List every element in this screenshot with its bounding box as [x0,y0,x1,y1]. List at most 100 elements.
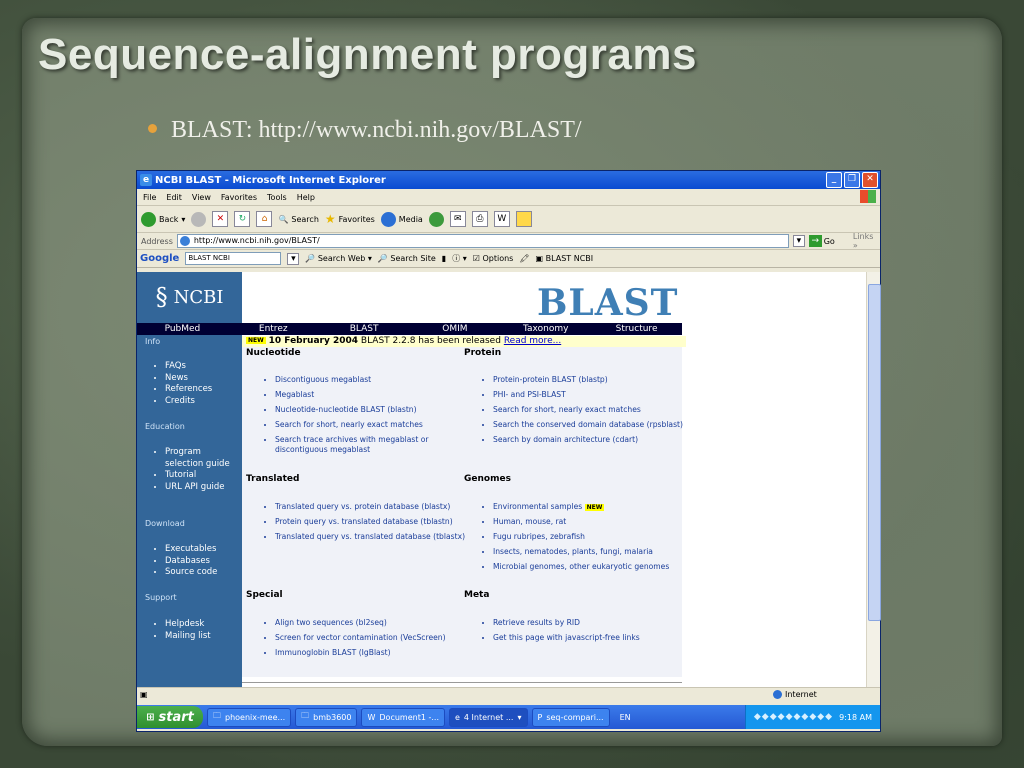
clock[interactable]: 9:18 AM [839,713,872,722]
address-input[interactable]: http://www.ncbi.nih.gov/BLAST/ [176,234,790,248]
scrollbar-thumb[interactable] [868,284,881,621]
link-blastn[interactable]: Nucleotide-nucleotide BLAST (blastn) [275,405,475,415]
home-button[interactable]: ⌂ [256,211,273,227]
link-short-nearly-exact-prot[interactable]: Search for short, nearly exact matches [493,405,693,415]
globe-icon [773,690,782,699]
menu-favorites[interactable]: Favorites [221,193,257,202]
go-arrow-icon: → [808,235,822,247]
sidebar-item-mailing-list[interactable]: Mailing list [165,631,211,643]
history-button[interactable] [428,211,444,227]
link-igblast[interactable]: Immunoglobin BLAST (IgBlast) [275,648,490,658]
link-megablast[interactable]: Megablast [275,390,475,400]
announcement-date: 10 February 2004 [268,336,359,346]
link-javascript-free[interactable]: Get this page with javascript-free links [493,633,703,643]
nav-structure[interactable]: Structure [591,323,682,335]
stop-button[interactable]: ✕ [212,211,229,227]
go-button[interactable]: → Go [808,235,835,247]
link-cdart[interactable]: Search by domain architecture (cdart) [493,435,693,445]
sidebar-item-url-api[interactable]: URL API guide [165,482,235,494]
link-retrieve-rid[interactable]: Retrieve results by RID [493,618,703,628]
forward-button[interactable] [191,211,207,227]
maximize-button[interactable]: ❐ [844,172,860,188]
tray-icons[interactable]: ◆◆◆◆◆◆◆◆◆◆ [754,712,833,722]
menu-help[interactable]: Help [297,193,315,202]
pagerank-icon[interactable]: ▮ [442,254,446,263]
google-dropdown[interactable]: ▾ [287,252,300,265]
task-document1[interactable]: W Document1 -... [361,707,445,727]
ncbi-logo[interactable]: § NCBI [137,272,242,322]
link-rpsblast[interactable]: Search the conserved domain database (rp… [493,420,693,430]
sidebar-item-references[interactable]: References [165,384,212,396]
google-search-input[interactable]: BLAST NCBI [185,252,282,265]
link-phi-psi-blast[interactable]: PHI- and PSI-BLAST [493,390,693,400]
address-dropdown[interactable]: ▾ [793,235,805,247]
nav-pubmed[interactable]: PubMed [137,323,228,335]
link-bl2seq[interactable]: Align two sequences (bl2seq) [275,618,490,628]
link-insects-plants[interactable]: Insects, nematodes, plants, fungi, malar… [493,547,703,557]
read-more-link[interactable]: Read more... [504,336,561,346]
link-short-nearly-exact-nt[interactable]: Search for short, nearly exact matches [275,420,475,430]
mail-button[interactable]: ✉ [449,211,466,227]
link-tblastn[interactable]: Protein query vs. translated database (t… [275,517,475,527]
bullet-dot-icon [148,123,157,133]
sidebar-item-databases[interactable]: Databases [165,556,217,568]
highlight-button[interactable]: 🖍 [519,254,529,263]
close-button[interactable]: ✕ [862,172,878,188]
link-tblastx[interactable]: Translated query vs. translated database… [275,532,475,542]
link-environmental-samples[interactable]: Environmental samples NEW [493,502,703,512]
sidebar-item-program-guide[interactable]: Program selection guide [165,447,235,470]
window-titlebar[interactable]: e NCBI BLAST - Microsoft Internet Explor… [137,171,880,189]
language-indicator[interactable]: EN [620,713,631,722]
start-button[interactable]: ⊞ start [137,706,203,728]
ie-icon: e [454,712,460,722]
sidebar-item-source-code[interactable]: Source code [165,567,217,579]
nav-taxonomy[interactable]: Taxonomy [500,323,591,335]
word-find-blast[interactable]: ▣ BLAST NCBI [536,254,594,263]
vertical-scrollbar[interactable] [866,272,881,687]
new-badge: NEW [584,503,605,511]
sidebar-item-helpdesk[interactable]: Helpdesk [165,619,211,631]
nav-omim[interactable]: OMIM [409,323,500,335]
menu-tools[interactable]: Tools [267,193,287,202]
sidebar-item-tutorial[interactable]: Tutorial [165,470,235,482]
link-human-mouse-rat[interactable]: Human, mouse, rat [493,517,703,527]
messenger-button[interactable] [515,211,532,227]
minimize-button[interactable]: _ [826,172,842,188]
nucleotide-list: Discontiguous megablast Megablast Nucleo… [251,375,475,460]
task-internet[interactable]: e4 Internet ... ▾ [448,707,528,727]
task-folder-bmb3600[interactable]: 🗀 bmb3600 [295,707,358,727]
task-seq-comparison[interactable]: Pseq-compari... [531,707,610,727]
options-button[interactable]: ☑ Options [473,254,514,263]
back-button[interactable]: Back ▾ [141,211,185,227]
link-fugu-zebrafish[interactable]: Fugu rubripes, zebrafish [493,532,703,542]
nav-entrez[interactable]: Entrez [228,323,319,335]
link-microbial-genomes[interactable]: Microbial genomes, other eukaryotic geno… [493,562,703,572]
menu-file[interactable]: File [143,193,156,202]
task-folder-phoenix[interactable]: 🗀 phoenix-mee... [207,707,292,727]
menu-view[interactable]: View [192,193,211,202]
link-trace-archives[interactable]: Search trace archives with megablast or … [275,435,475,455]
sidebar-item-faqs[interactable]: FAQs [165,361,212,373]
search-site-button[interactable]: 🔎 Search Site [378,254,436,263]
media-button[interactable]: Media [380,211,423,227]
ie-icon: e [140,174,152,186]
sidebar-item-news[interactable]: News [165,373,212,385]
edit-button[interactable]: W [493,211,510,227]
search-web-button[interactable]: 🔎 Search Web ▾ [305,254,372,263]
sidebar-item-credits[interactable]: Credits [165,396,212,408]
sidebar-item-executables[interactable]: Executables [165,544,217,556]
refresh-button[interactable]: ↻ [234,211,251,227]
info-button[interactable]: ⓘ ▾ [452,253,467,264]
link-blastx[interactable]: Translated query vs. protein database (b… [275,502,475,512]
favorites-button[interactable]: ★ Favorites [325,212,375,226]
menu-edit[interactable]: Edit [166,193,182,202]
link-vecscreen[interactable]: Screen for vector contamination (VecScre… [275,633,490,643]
link-blastp[interactable]: Protein-protein BLAST (blastp) [493,375,693,385]
google-logo[interactable]: Google [140,253,179,264]
content-divider [242,682,682,683]
links-button[interactable]: Links » [853,232,880,250]
link-discontiguous-megablast[interactable]: Discontiguous megablast [275,375,475,385]
nav-blast[interactable]: BLAST [319,323,410,335]
search-button[interactable]: 🔍 Search [278,215,318,224]
print-button[interactable]: ⎙ [471,211,488,227]
